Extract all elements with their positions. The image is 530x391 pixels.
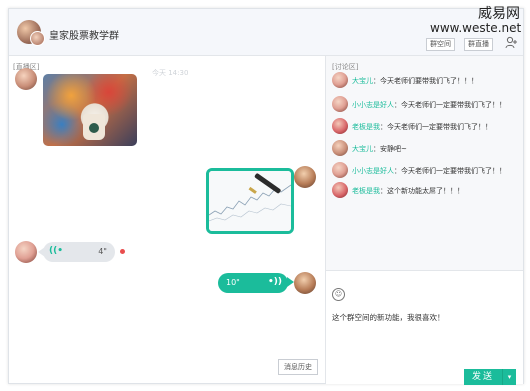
discussion-panel: [讨论区] 大宝儿：今天老师们要带我们飞了！！！ 小小志是好人：今天老师们一定要… xyxy=(326,56,523,385)
discussion-message: 老板是我：今天老师们一定要带我们飞了！！ xyxy=(326,118,523,140)
member-nick[interactable]: 老板是我 xyxy=(352,187,380,195)
send-button[interactable]: 发送 ▾ xyxy=(464,369,516,385)
discussion-message: 小小志是好人：今天老师们一定要带我们飞了！！ xyxy=(326,162,523,184)
self-avatar-2[interactable] xyxy=(294,272,316,294)
teacher-avatar[interactable] xyxy=(15,68,37,90)
group-space-button[interactable]: 群空间 xyxy=(426,38,455,51)
member-nick[interactable]: 小小志是好人 xyxy=(352,167,394,175)
message-text: 今天老师们一定要带我们飞了！！ xyxy=(401,167,506,175)
message-text: 安静吧~ xyxy=(380,145,407,153)
send-label: 发送 xyxy=(472,372,495,382)
stock-chart-picture xyxy=(209,171,291,231)
member-nick[interactable]: 小小志是好人 xyxy=(352,101,394,109)
message-input-text[interactable]: 这个群空间的新功能，我很喜欢！ xyxy=(332,312,445,323)
voice-message-sent[interactable]: 10" •)) xyxy=(218,273,288,293)
teacher-avatar-2[interactable] xyxy=(15,241,37,263)
member-avatar[interactable] xyxy=(332,72,348,88)
watermark-url: www.weste.net xyxy=(430,21,522,35)
add-user-icon[interactable] xyxy=(505,36,518,49)
discussion-message: 大宝儿：安静吧~ xyxy=(326,140,523,162)
member-nick[interactable]: 老板是我 xyxy=(352,123,380,131)
discussion-message: 大宝儿：今天老师们要带我们飞了！！！ xyxy=(326,72,523,94)
group-title: 皇家股票教学群 xyxy=(49,31,119,42)
member-avatar[interactable] xyxy=(332,118,348,134)
message-time: 今天 14:30 xyxy=(152,69,189,77)
group-live-button[interactable]: 群直播 xyxy=(464,38,493,51)
message-text: 今天老师们要带我们飞了！！！ xyxy=(380,77,478,85)
group-avatar xyxy=(17,20,45,46)
live-area: [直播区] 今天 14:30 ((• 4" 10" •)) 消息历史 xyxy=(9,56,325,382)
member-nick[interactable]: 大宝儿 xyxy=(352,145,373,153)
voice-duration: 10" xyxy=(226,278,240,287)
chat-window: 皇家股票教学群 群空间 群直播 [直播区] 今天 14:30 ((• 4" 10… xyxy=(8,8,524,385)
member-avatar[interactable] xyxy=(332,140,348,156)
voice-message-received[interactable]: ((• 4" xyxy=(43,242,115,262)
voice-wave-icon: •)) xyxy=(268,277,282,287)
image-message-chart[interactable] xyxy=(206,168,294,234)
member-avatar[interactable] xyxy=(332,182,348,198)
mug-logo xyxy=(89,123,99,133)
bubble-tail xyxy=(287,277,294,287)
discussion-message: 小小志是好人：今天老师们一定要带我们飞了！！ xyxy=(326,96,523,118)
watermark-title: 威易网 xyxy=(478,6,520,22)
message-text: 今天老师们一定要带我们飞了！！ xyxy=(401,101,506,109)
voice-wave-icon: ((• xyxy=(49,246,63,256)
discussion-section-label: [讨论区] xyxy=(332,63,359,71)
unread-dot xyxy=(120,249,125,254)
member-avatar[interactable] xyxy=(332,162,348,178)
chevron-down-icon[interactable]: ▾ xyxy=(502,369,516,385)
emoji-icon[interactable]: ☺ xyxy=(332,288,345,301)
message-text: 今天老师们一定要带我们飞了！！ xyxy=(387,123,492,131)
member-nick[interactable]: 大宝儿 xyxy=(352,77,373,85)
message-input-area[interactable]: ☺ 这个群空间的新功能，我很喜欢！ 发送 ▾ xyxy=(326,270,523,385)
image-message-coffee[interactable] xyxy=(43,74,137,146)
message-history-button[interactable]: 消息历史 xyxy=(278,359,318,375)
voice-duration: 4" xyxy=(98,247,107,256)
self-avatar[interactable] xyxy=(294,166,316,188)
discussion-message: 老板是我：这个新功能太屌了！！！ xyxy=(326,182,523,204)
message-text: 这个新功能太屌了！！！ xyxy=(387,187,464,195)
member-avatar[interactable] xyxy=(332,96,348,112)
